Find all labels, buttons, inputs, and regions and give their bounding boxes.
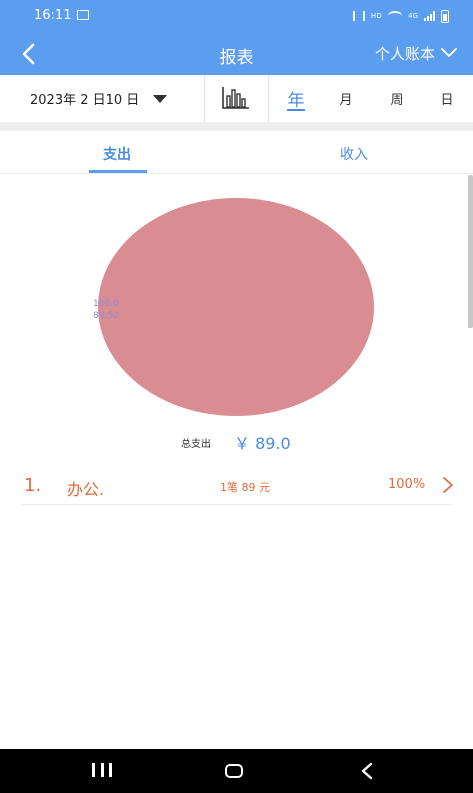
pie-amount-label: 89.52 — [93, 311, 119, 321]
caret-down-icon — [153, 94, 168, 103]
4g-icon: 4G — [408, 12, 418, 20]
pie-value-label: 100.0 89.52 — [93, 298, 119, 322]
status-icons: HD 4G — [352, 8, 449, 24]
filter-bar: 2023年 2 日10 日 年 月 周 日 — [0, 75, 473, 122]
signal-icon — [424, 11, 435, 21]
back-icon[interactable] — [360, 762, 374, 780]
scrollbar[interactable] — [468, 175, 473, 328]
tab-indicator — [89, 170, 147, 173]
date-selector[interactable]: 2023年 2 日10 日 — [30, 89, 168, 108]
period-year[interactable]: 年 — [277, 75, 315, 122]
period-day[interactable]: 日 — [432, 75, 462, 122]
period-week[interactable]: 周 — [382, 75, 412, 122]
category-row[interactable]: 1. 办公. 1笔 89 元 100% — [22, 467, 455, 505]
bar-chart-icon — [222, 87, 249, 109]
total-value: ￥ 89.0 — [234, 434, 291, 453]
section-divider — [0, 122, 473, 131]
recents-icon[interactable] — [92, 763, 112, 779]
divider — [268, 75, 269, 122]
total-summary: 总支出 ￥ 89.0 — [0, 430, 473, 454]
category-name: 办公. — [67, 480, 105, 499]
tab-income[interactable]: 收入 — [340, 144, 368, 164]
status-bar: 16:11 HD 4G — [0, 0, 473, 32]
account-selector[interactable]: 个人账本 — [375, 41, 457, 65]
mute-icon — [352, 11, 365, 21]
status-time: 16:11 — [34, 8, 72, 23]
tab-expense[interactable]: 支出 — [103, 144, 131, 164]
home-icon[interactable] — [225, 764, 243, 778]
divider — [204, 75, 205, 122]
chart-type-button[interactable] — [221, 86, 251, 110]
account-label: 个人账本 — [374, 44, 435, 63]
pie-chart — [98, 198, 374, 416]
pie-slice[interactable] — [98, 198, 374, 416]
chevron-down-icon — [441, 48, 457, 57]
category-count: 1笔 89 元 — [220, 481, 270, 494]
app-bar: 报表 个人账本 — [0, 32, 473, 75]
period-month[interactable]: 月 — [331, 75, 361, 122]
category-percent: 100% — [388, 477, 426, 492]
image-icon — [77, 10, 89, 20]
wifi-icon — [388, 11, 403, 21]
type-tabs: 支出 收入 — [0, 131, 473, 174]
date-label: 2023年 2 日10 日 — [30, 93, 140, 108]
total-label: 总支出 — [181, 439, 211, 450]
chevron-right-icon — [441, 476, 455, 494]
battery-icon — [441, 9, 449, 23]
pie-percent-label: 100.0 — [93, 299, 119, 309]
hd-icon: HD — [370, 12, 383, 20]
system-nav-bar — [0, 749, 473, 793]
category-index: 1. — [24, 475, 42, 496]
